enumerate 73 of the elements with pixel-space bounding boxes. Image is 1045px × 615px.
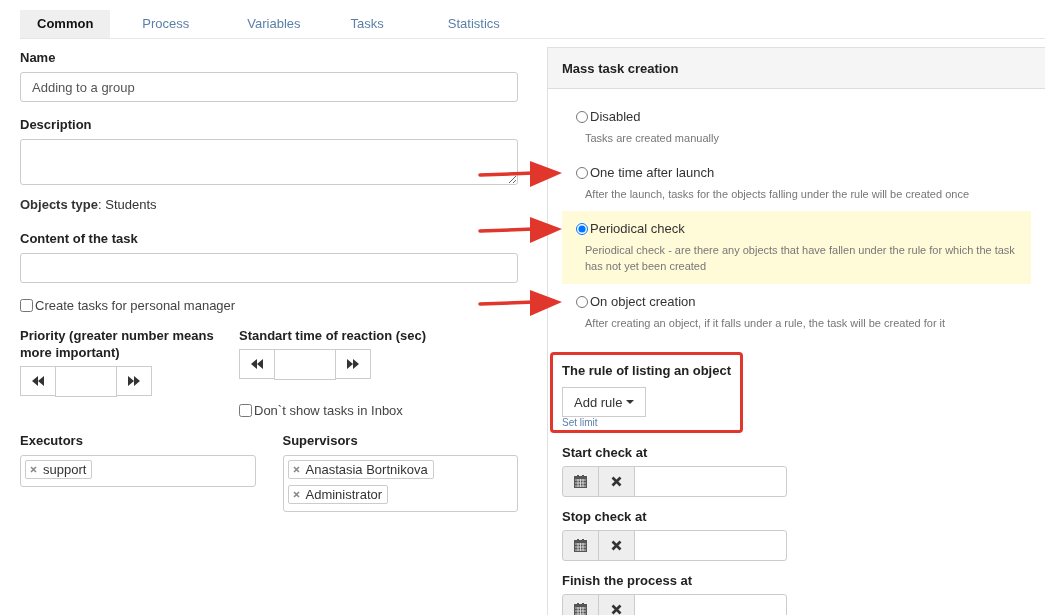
double-left-icon: [251, 359, 263, 369]
date-field[interactable]: [634, 530, 787, 561]
close-icon: [611, 604, 622, 615]
calendar-icon: [574, 603, 587, 615]
option-description: Tasks are created manually: [585, 131, 720, 146]
option-label: One time after launch: [590, 165, 715, 180]
option-description: Periodical check - are there any objects that have fallen under the rule for which the task has not yet been created: [585, 243, 1016, 274]
tab[interactable]: Statistics: [415, 10, 532, 38]
option-description: After the launch, tasks for the objects falling under the rule will be created once: [585, 187, 970, 202]
field-label: The rule of listing an object: [562, 362, 731, 379]
date-field[interactable]: [634, 466, 787, 497]
option-description: After creating an object, if it falls under a rule, the task will be created for it: [585, 316, 947, 331]
double-right-icon: [128, 376, 140, 386]
add-rule-button[interactable]: Add rule: [562, 387, 647, 417]
name-field[interactable]: Adding to a group: [20, 72, 518, 102]
increase-button[interactable]: [116, 366, 152, 396]
calendar-button[interactable]: [562, 466, 599, 497]
clear-button[interactable]: [598, 530, 635, 561]
calendar-button[interactable]: [562, 530, 599, 561]
checkbox[interactable]: [239, 404, 252, 417]
person-tag[interactable]: support: [25, 460, 93, 479]
remove-icon[interactable]: [292, 466, 300, 473]
close-icon: [611, 476, 622, 487]
increase-button[interactable]: [335, 349, 371, 379]
person-tag[interactable]: Anastasia Bortnikova: [287, 460, 434, 479]
reaction-time-field[interactable]: [274, 349, 336, 380]
field-label: Description: [20, 116, 93, 133]
radio-button[interactable]: [576, 110, 588, 123]
double-right-icon: [347, 359, 359, 369]
option-label: Periodical check: [590, 221, 685, 236]
remove-icon[interactable]: [30, 466, 37, 473]
checkbox-label: Create tasks for personal manager: [35, 298, 236, 313]
radio-button[interactable]: [576, 166, 588, 179]
tab[interactable]: Process: [110, 10, 222, 38]
description-field[interactable]: [20, 139, 518, 185]
tab[interactable]: Common: [20, 10, 111, 38]
checkbox[interactable]: [20, 299, 33, 312]
decrease-button[interactable]: [20, 366, 56, 396]
field-label: Finish the process at: [562, 572, 694, 589]
calendar-icon: [574, 475, 587, 488]
field-label: Executors: [20, 432, 84, 449]
field-label: Supervisors: [282, 432, 359, 449]
option-label: Disabled: [590, 109, 641, 124]
tab[interactable]: Variables: [221, 10, 319, 38]
tab[interactable]: Tasks: [318, 10, 416, 38]
objects-type-text: Objects type: Students: [20, 197, 158, 212]
executors-field[interactable]: support: [20, 455, 256, 487]
calendar-icon: [574, 539, 587, 552]
close-icon: [611, 540, 622, 551]
radio-button[interactable]: [576, 295, 588, 308]
field-label: Priority (greater number means more important): [20, 327, 215, 361]
field-label: Start check at: [562, 444, 649, 461]
remove-icon[interactable]: [292, 491, 300, 498]
field-label: Stop check at: [562, 508, 648, 525]
tag-text: Administrator: [305, 487, 383, 502]
radio-button[interactable]: [576, 222, 588, 235]
field-label: Content of the task: [20, 230, 139, 247]
double-left-icon: [32, 376, 44, 386]
person-tag[interactable]: Administrator: [287, 485, 389, 504]
set-limit-link[interactable]: Set limit: [562, 417, 731, 428]
content-field[interactable]: [20, 253, 518, 283]
option-label: On object creation: [590, 294, 696, 309]
decrease-button[interactable]: [239, 349, 275, 379]
tag-text: support: [43, 462, 87, 477]
field-label: Standart time of reaction (sec): [239, 327, 428, 344]
checkbox-label: Don`t show tasks in Inbox: [254, 403, 403, 418]
field-label: Name: [20, 49, 57, 66]
supervisors-field[interactable]: Anastasia Bortnikova Administrator: [282, 455, 518, 512]
priority-field[interactable]: [55, 366, 117, 397]
caret-icon: [626, 400, 635, 404]
clear-button[interactable]: [598, 466, 635, 497]
panel-title: Mass task creation: [562, 60, 679, 76]
tag-text: Anastasia Bortnikova: [305, 462, 428, 477]
